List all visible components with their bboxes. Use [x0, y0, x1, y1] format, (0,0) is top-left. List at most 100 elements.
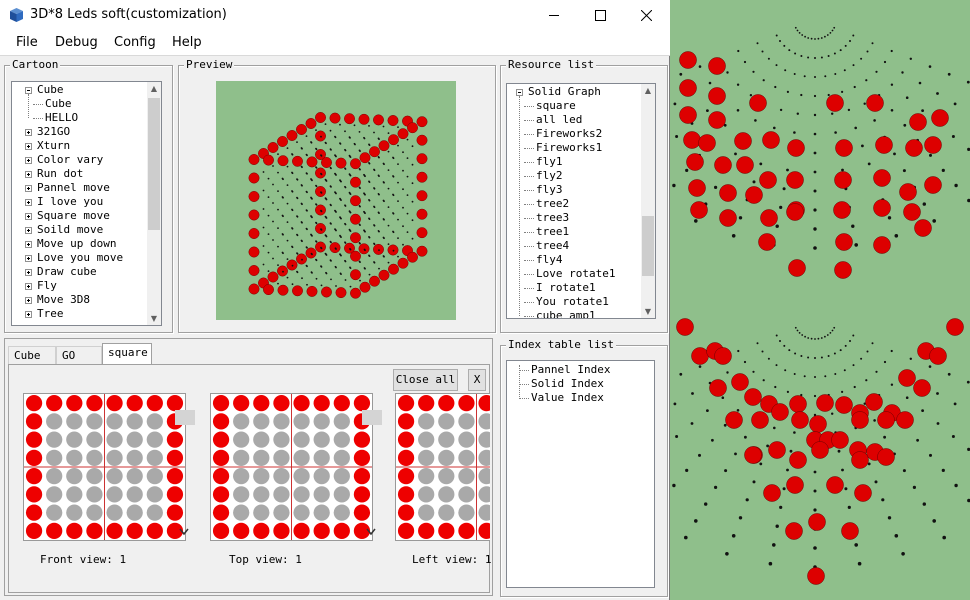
led-off[interactable]	[146, 486, 163, 503]
led-on[interactable]	[212, 413, 230, 430]
led-on[interactable]	[333, 522, 350, 539]
led-off[interactable]	[106, 449, 123, 466]
tree-item[interactable]: fly2	[536, 169, 563, 183]
led-on[interactable]	[253, 395, 270, 412]
led-off[interactable]	[458, 504, 475, 521]
collapse-icon[interactable]	[516, 89, 523, 96]
led-off[interactable]	[273, 504, 290, 521]
led-off[interactable]	[478, 486, 490, 503]
led-off[interactable]	[46, 449, 63, 466]
led-off[interactable]	[273, 468, 290, 485]
led-on[interactable]	[313, 522, 330, 539]
expand-icon[interactable]	[25, 297, 32, 304]
led-on[interactable]	[353, 504, 371, 521]
expand-icon[interactable]	[25, 269, 32, 276]
led-off[interactable]	[66, 504, 83, 521]
led-off[interactable]	[233, 413, 250, 430]
led-on[interactable]	[273, 395, 290, 412]
tree-item[interactable]: Move 3D8	[37, 293, 90, 307]
led-off[interactable]	[293, 504, 310, 521]
led-on[interactable]	[478, 522, 490, 539]
tree-item[interactable]: Cube	[45, 97, 72, 111]
led-off[interactable]	[66, 468, 83, 485]
scroll-up-arrow-icon[interactable]: ▲	[641, 86, 655, 95]
led-off[interactable]	[86, 468, 103, 485]
led-off[interactable]	[333, 431, 350, 448]
led-on[interactable]	[353, 395, 371, 412]
tree-item[interactable]: all led	[536, 113, 582, 127]
tree-item[interactable]: Fireworks1	[536, 141, 602, 155]
led-off[interactable]	[253, 413, 270, 430]
led-on[interactable]	[212, 395, 230, 412]
led-off[interactable]	[126, 449, 143, 466]
tree-item[interactable]: I rotate1	[536, 281, 596, 295]
tree-item[interactable]: Love rotate1	[536, 267, 615, 281]
led-off[interactable]	[313, 504, 330, 521]
led-on[interactable]	[253, 522, 270, 539]
led-off[interactable]	[46, 504, 63, 521]
expand-icon[interactable]	[25, 185, 32, 192]
tree-item[interactable]: Square move	[37, 209, 110, 223]
led-on[interactable]	[106, 522, 123, 539]
led-off[interactable]	[418, 431, 435, 448]
led-on[interactable]	[397, 522, 415, 539]
led-off[interactable]	[273, 486, 290, 503]
led-off[interactable]	[86, 413, 103, 430]
tab-go[interactable]: GO	[56, 346, 102, 364]
tree-item[interactable]: fly3	[536, 183, 563, 197]
led-off[interactable]	[333, 486, 350, 503]
expand-icon[interactable]	[25, 213, 32, 220]
expand-icon[interactable]	[25, 143, 32, 150]
led-off[interactable]	[418, 486, 435, 503]
cartoon-tree[interactable]: ▲ ▼ Cube Cube HELLO 321GO Xturn Color vary Run…	[11, 81, 162, 326]
led-on[interactable]	[166, 395, 184, 412]
led-off[interactable]	[293, 468, 310, 485]
tree-item[interactable]: cube_amp1	[536, 309, 596, 318]
led-off[interactable]	[333, 504, 350, 521]
menu-config[interactable]: Config	[114, 35, 156, 50]
led-on[interactable]	[212, 504, 230, 521]
led-on[interactable]	[166, 504, 184, 521]
expand-icon[interactable]	[25, 129, 32, 136]
led-on[interactable]	[353, 468, 371, 485]
led-off[interactable]	[86, 431, 103, 448]
led-on[interactable]	[25, 449, 43, 466]
led-off[interactable]	[478, 468, 490, 485]
tree-item[interactable]: Love you move	[37, 251, 123, 265]
tree-item[interactable]: Tree	[37, 307, 64, 321]
led-on[interactable]	[397, 413, 415, 430]
led-off[interactable]	[478, 431, 490, 448]
chevron-down-icon[interactable]	[366, 528, 376, 536]
resource-tree[interactable]: ▲ ▼ Solid Graph square all led Fireworks2 Fi…	[506, 83, 656, 319]
led-off[interactable]	[106, 468, 123, 485]
tab-cube[interactable]: Cube	[8, 346, 56, 364]
led-off[interactable]	[46, 413, 63, 430]
led-off[interactable]	[146, 413, 163, 430]
led-on[interactable]	[438, 522, 455, 539]
led-on[interactable]	[146, 395, 163, 412]
led-on[interactable]	[293, 522, 310, 539]
led-off[interactable]	[458, 449, 475, 466]
led-off[interactable]	[438, 449, 455, 466]
led-off[interactable]	[146, 431, 163, 448]
led-off[interactable]	[478, 449, 490, 466]
led-off[interactable]	[253, 468, 270, 485]
led-off[interactable]	[126, 486, 143, 503]
front-view-led-grid[interactable]	[23, 393, 186, 541]
led-grid-canvas[interactable]	[211, 394, 372, 540]
tree-item[interactable]: Run dot	[37, 167, 83, 181]
led-off[interactable]	[86, 504, 103, 521]
led-on[interactable]	[397, 504, 415, 521]
tree-item[interactable]: tree2	[536, 197, 569, 211]
chevron-down-icon[interactable]	[179, 528, 189, 536]
tree-item[interactable]: Move up down	[37, 237, 116, 251]
led-off[interactable]	[233, 486, 250, 503]
led-off[interactable]	[418, 449, 435, 466]
tree-item[interactable]: Soild move	[37, 223, 103, 237]
led-on[interactable]	[66, 522, 83, 539]
led-on[interactable]	[293, 395, 310, 412]
tree-item[interactable]: fly1	[536, 155, 563, 169]
led-off[interactable]	[126, 413, 143, 430]
front-view-scroll-thumb[interactable]	[175, 410, 195, 425]
led-off[interactable]	[106, 504, 123, 521]
